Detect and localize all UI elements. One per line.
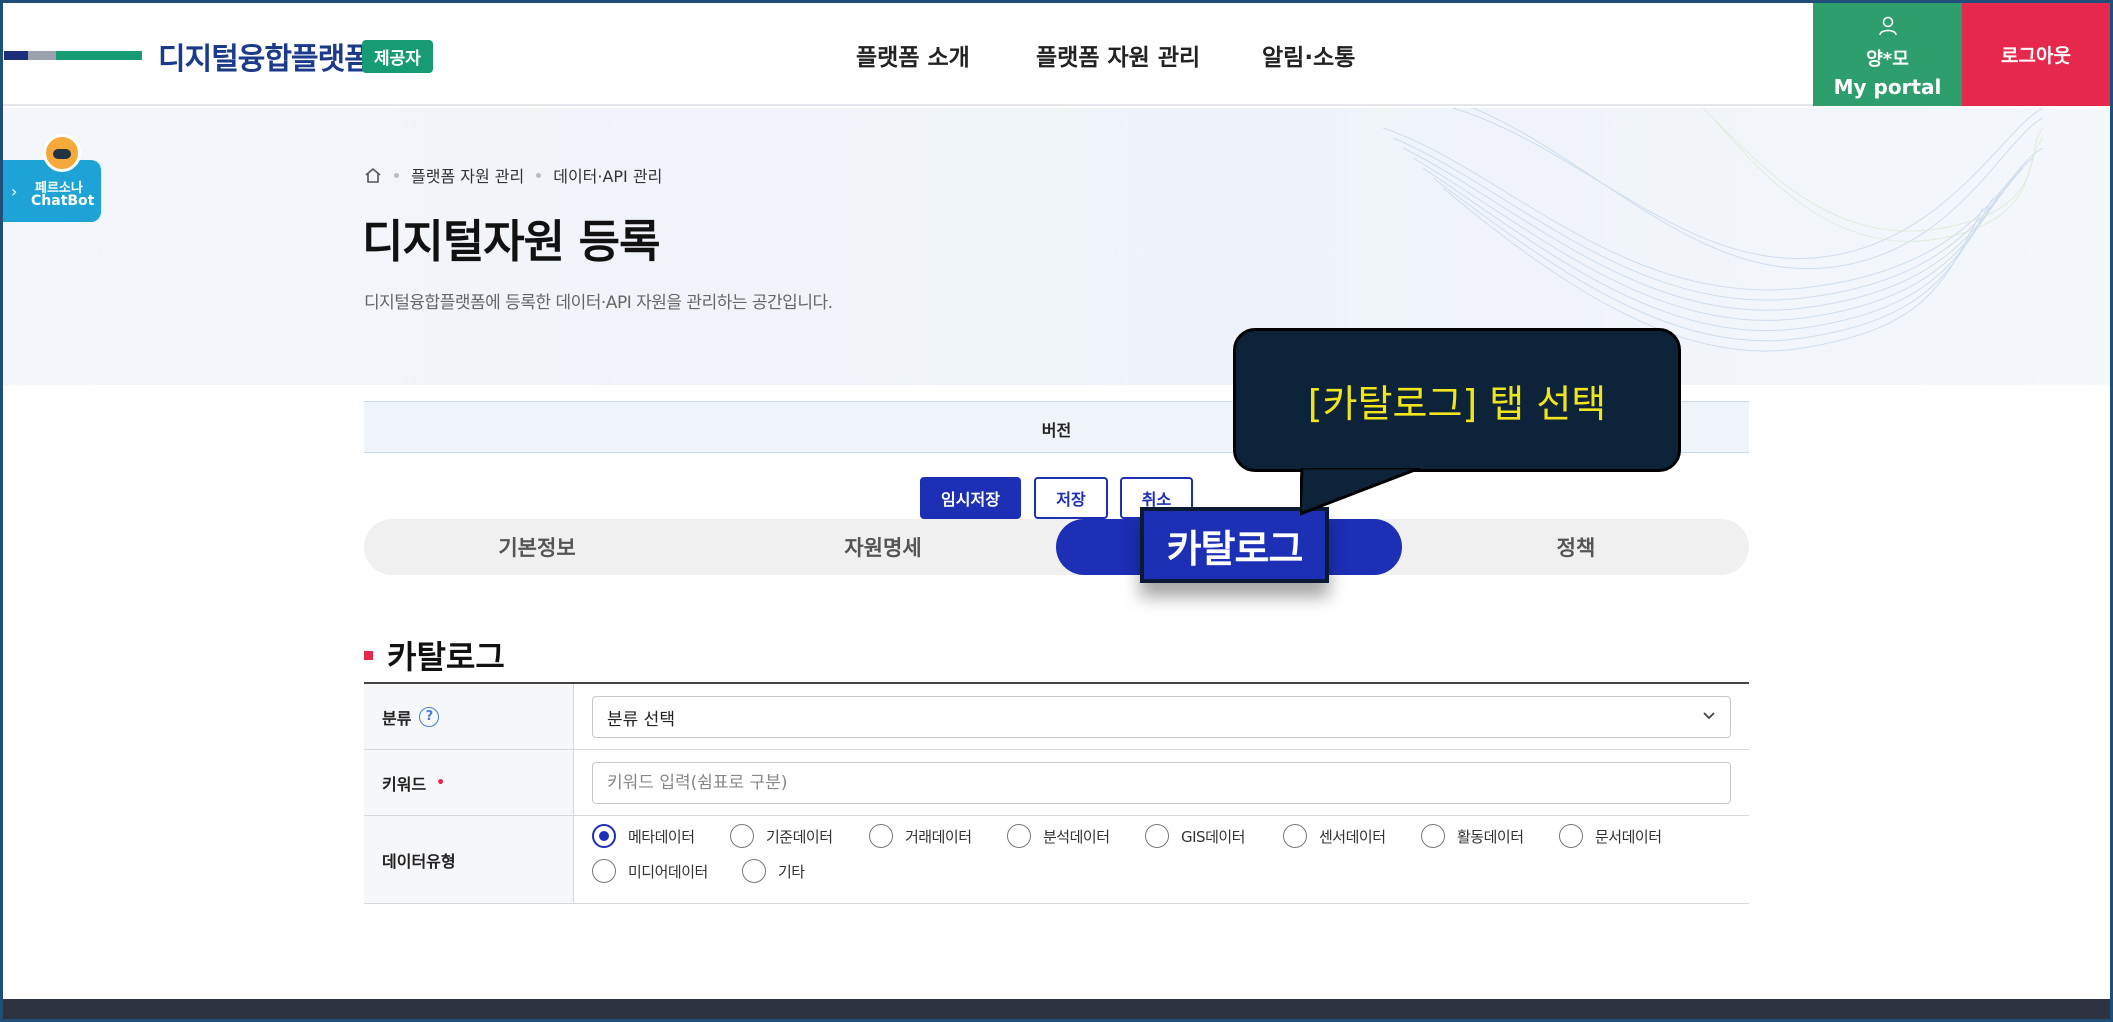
breadcrumb-separator — [394, 172, 399, 178]
radio-label: 거래데이터 — [905, 827, 972, 846]
nav-resource-management[interactable]: 플랫폼 자원 관리 — [1036, 38, 1200, 72]
page-title: 디지털자원 등록 — [362, 215, 660, 268]
radio-circle — [742, 859, 766, 883]
section-title: 카탈로그 — [364, 632, 505, 678]
category-select[interactable]: 분류 선택 — [592, 696, 1731, 738]
instruction-tooltip: [카탈로그] 탭 선택 — [1233, 328, 1681, 472]
chevron-right-icon: › — [11, 182, 18, 201]
radio-label: 미디어데이터 — [628, 862, 708, 881]
radio-activity[interactable]: 활동데이터 — [1421, 824, 1524, 848]
form-row-keyword: 키워드 • — [364, 750, 1749, 816]
radio-label: 메타데이터 — [628, 827, 695, 846]
radio-circle — [730, 824, 754, 848]
role-badge: 제공자 — [362, 40, 433, 73]
section-title-text: 카탈로그 — [387, 638, 505, 676]
chatbot-label-2: ChatBot — [31, 193, 95, 209]
breadcrumb-data-api[interactable]: 데이터·API 관리 — [553, 163, 662, 187]
datatype-label: 데이터유형 — [364, 816, 574, 903]
keyword-label-text: 키워드 — [382, 774, 427, 794]
keyword-label: 키워드 • — [364, 750, 574, 815]
help-icon[interactable]: ? — [419, 706, 440, 727]
chatbot-button[interactable]: › 페르소나 ChatBot — [3, 134, 101, 222]
radio-circle — [1559, 824, 1583, 848]
form-row-category: 분류 ? 분류 선택 — [364, 684, 1749, 750]
catalog-form: 분류 ? 분류 선택 키워드 • 데이터유형 메타데이터 기준데이터 거래데이터… — [364, 682, 1749, 904]
radio-analysis[interactable]: 분석데이터 — [1007, 824, 1110, 848]
footer-bar — [0, 999, 2113, 1022]
category-select-value: 분류 선택 — [607, 709, 675, 730]
radio-label: 기준데이터 — [766, 827, 833, 846]
logo-stripe — [4, 51, 142, 60]
radio-document[interactable]: 문서데이터 — [1559, 824, 1662, 848]
home-icon[interactable] — [364, 167, 382, 184]
nav-platform-intro[interactable]: 플랫폼 소개 — [856, 38, 970, 72]
radio-label: 활동데이터 — [1457, 827, 1524, 846]
breadcrumb: 플랫폼 자원 관리 데이터·API 관리 — [364, 163, 662, 187]
user-name: 양*모 — [1866, 49, 1909, 70]
radio-label: GIS데이터 — [1181, 827, 1245, 846]
radio-circle — [1283, 824, 1307, 848]
logout-button[interactable]: 로그아웃 — [1962, 3, 2110, 106]
radio-circle — [869, 824, 893, 848]
radio-reference[interactable]: 기준데이터 — [730, 824, 833, 848]
radio-circle — [1007, 824, 1031, 848]
radio-label: 기타 — [778, 862, 805, 881]
breadcrumb-resource-management[interactable]: 플랫폼 자원 관리 — [411, 163, 524, 187]
tab-catalog-highlight[interactable]: 카탈로그 — [1140, 507, 1329, 583]
radio-circle — [592, 859, 616, 883]
robot-icon — [43, 134, 81, 172]
save-button[interactable]: 저장 — [1034, 477, 1108, 519]
radio-transaction[interactable]: 거래데이터 — [869, 824, 972, 848]
radio-circle — [1145, 824, 1169, 848]
header: 디지털융합플랫폼 제공자 플랫폼 소개 플랫폼 자원 관리 알림·소통 양*모 … — [0, 0, 2113, 106]
hero-banner — [3, 108, 2110, 385]
keyword-input[interactable] — [592, 762, 1731, 804]
radio-label: 센서데이터 — [1319, 827, 1386, 846]
radio-meta[interactable]: 메타데이터 — [592, 824, 695, 848]
breadcrumb-separator — [536, 172, 542, 178]
form-row-datatype: 데이터유형 메타데이터 기준데이터 거래데이터 분석데이터 GIS데이터 센서데… — [364, 816, 1749, 904]
logo[interactable]: 디지털융합플랫폼 — [158, 34, 372, 78]
radio-gis[interactable]: GIS데이터 — [1145, 824, 1245, 848]
tab-basic-info[interactable]: 기본정보 — [364, 519, 710, 575]
radio-circle — [1421, 824, 1445, 848]
tab-resource-spec[interactable]: 자원명세 — [710, 519, 1056, 575]
my-portal-button[interactable]: 양*모 My portal — [1813, 3, 1962, 106]
nav-notice[interactable]: 알림·소통 — [1262, 38, 1355, 72]
page-description: 디지털융합플랫폼에 등록한 데이터·API 자원을 관리하는 공간입니다. — [364, 293, 833, 313]
category-label: 분류 ? — [364, 684, 574, 749]
radio-label: 문서데이터 — [1595, 827, 1662, 846]
temp-save-button[interactable]: 임시저장 — [920, 477, 1021, 519]
radio-sensor[interactable]: 센서데이터 — [1283, 824, 1386, 848]
section-marker — [364, 650, 373, 660]
radio-label: 분석데이터 — [1043, 827, 1110, 846]
user-icon — [1879, 16, 1897, 36]
tab-bar: 기본정보 자원명세 정책 — [364, 519, 1749, 575]
tab-policy[interactable]: 정책 — [1403, 519, 1749, 575]
radio-circle — [592, 824, 616, 848]
category-label-text: 분류 — [382, 708, 412, 728]
radio-other[interactable]: 기타 — [742, 859, 805, 883]
chevron-down-icon — [1703, 712, 1715, 720]
my-portal-label: My portal — [1833, 75, 1942, 99]
radio-media[interactable]: 미디어데이터 — [592, 859, 708, 883]
tooltip-pointer — [1300, 468, 1420, 516]
required-icon: • — [436, 774, 446, 791]
